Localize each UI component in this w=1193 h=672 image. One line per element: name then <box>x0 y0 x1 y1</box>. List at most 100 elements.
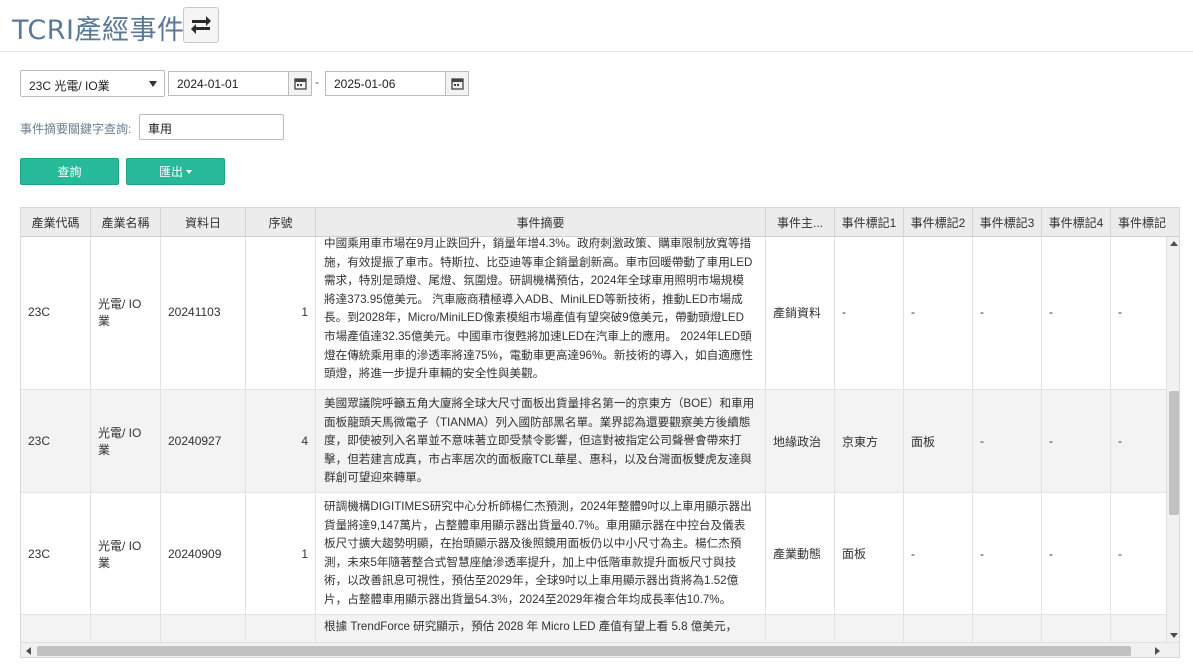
tag-cell: - <box>835 237 904 389</box>
date-cell <box>161 615 246 642</box>
seq-cell: 1 <box>246 237 316 389</box>
keyword-input[interactable]: 車用 <box>139 114 284 140</box>
industry-code-cell <box>21 615 91 642</box>
column-header[interactable]: 序號 <box>246 208 316 237</box>
industry-select-value: 23C 光電/ IO業 <box>29 79 110 93</box>
seq-cell: 4 <box>246 390 316 492</box>
column-header[interactable]: 事件標記3 <box>973 208 1042 237</box>
summary-cell: 根據 TrendForce 研究顯示，預估 2028 年 Micro LED 產… <box>316 615 766 642</box>
tag-cell <box>1111 615 1166 642</box>
seq-cell <box>246 615 316 642</box>
tag-cell: 面板 <box>835 493 904 614</box>
chevron-down-icon <box>149 81 157 87</box>
summary-line: 長。到2028年，Micro/MiniLED像素模組市場產值有望突破9億美元，帶… <box>324 311 745 325</box>
date-cell: 20240927 <box>161 390 246 492</box>
summary-line: 貨量將達9,147萬片，占整體車用顯示器出貨量40.7%。車用顯示器在中控台及儀… <box>324 518 746 532</box>
refresh-button[interactable] <box>183 7 219 43</box>
date-range-separator: - <box>315 75 319 89</box>
page-header: TCRI產經事件 <box>0 0 1193 52</box>
summary-line: 片，占整體車用顯示器出貨量54.3%，2024至2029年複合年均成長率估10.… <box>324 592 732 606</box>
summary-line: 群創可望迎來轉單。 <box>324 471 429 485</box>
scroll-left-icon[interactable] <box>26 647 31 655</box>
horizontal-scrollbar[interactable] <box>21 642 1179 657</box>
tag-cell: - <box>973 390 1042 492</box>
column-header[interactable]: 事件標記2 <box>904 208 973 237</box>
seq-cell: 1 <box>246 493 316 614</box>
refresh-icon <box>191 16 211 34</box>
summary-line: 燈在傳統乘用車的滲透率將達75%，電動車更高達96%。新技術的導入，如自適應性 <box>324 348 754 362</box>
keyword-label: 事件摘要關鍵字查詢: <box>20 122 132 136</box>
horizontal-scroll-thumb[interactable] <box>37 646 1131 656</box>
summary-cell: 中國乘用車市場在9月止跌回升，銷量年增4.3%。政府刺激政策、購車限制放寬等措 … <box>316 237 766 389</box>
table-body: 23C 光電/ IO業 20241103 1 中國乘用車市場在9月止跌回升，銷量… <box>21 237 1166 642</box>
calendar-icon <box>450 78 464 90</box>
calendar-icon <box>293 78 307 90</box>
tag-cell: - <box>904 237 973 389</box>
summary-line: 度，即使被列入名單並不意味著立即受禁令影響，但這對被指定公司聲譽會帶來打 <box>324 434 742 448</box>
summary-line: 中國乘用車市場在9月止跌回升，銷量年增4.3%。政府刺激政策、購車限制放寬等措 <box>324 237 752 250</box>
date-to-calendar-button[interactable] <box>445 71 469 96</box>
summary-line: 頭燈，將進一步提升車輛的安全性與美觀。 <box>324 367 545 381</box>
caret-down-icon <box>186 169 192 174</box>
summary-cell: 研調機構DIGITIMES研究中心分析師楊仁杰預測，2024年整體9吋以上車用顯… <box>316 493 766 614</box>
summary-line: 市場產值達32.35億美元。中國車市復甦將加速LED在汽車上的應用。 2024年… <box>324 329 752 343</box>
scroll-up-icon[interactable] <box>1170 241 1178 246</box>
tag-cell: - <box>1042 390 1111 492</box>
summary-line: 根據 TrendForce 研究顯示，預估 2028 年 Micro LED 產… <box>324 620 738 633</box>
subject-cell: 產銷資料 <box>766 237 835 389</box>
tag-cell: - <box>1042 493 1111 614</box>
table-row[interactable]: 23C 光電/ IO業 20240909 1 研調機構DIGITIMES研究中心… <box>21 493 1166 615</box>
table-row[interactable]: 根據 TrendForce 研究顯示，預估 2028 年 Micro LED 產… <box>21 615 1166 642</box>
scroll-down-icon[interactable] <box>1170 633 1178 638</box>
query-button-label: 查詢 <box>57 165 82 179</box>
tag-cell <box>973 615 1042 642</box>
tag-cell: - <box>973 493 1042 614</box>
summary-cell: 美國眾議院呼籲五角大廈將全球大尺寸面板出貨量排名第一的京東方（BOE）和車用 面… <box>316 390 766 492</box>
industry-select[interactable]: 23C 光電/ IO業 <box>20 70 165 97</box>
industry-name-cell: 光電/ IO業 <box>91 493 161 614</box>
summary-line: 美國眾議院呼籲五角大廈將全球大尺寸面板出貨量排名第一的京東方（BOE）和車用 <box>324 397 755 410</box>
tag-cell: - <box>973 237 1042 389</box>
summary-line: 需求，特別是頭燈、尾燈、氛圍燈。研調機構預估，2024年全球車用照明市場規模 <box>324 274 744 288</box>
export-button-label: 匯出 <box>158 165 183 179</box>
tag-cell <box>1042 615 1111 642</box>
tag-cell: - <box>1042 237 1111 389</box>
export-button[interactable]: 匯出 <box>126 158 225 185</box>
subject-cell <box>766 615 835 642</box>
table-row[interactable]: 23C 光電/ IO業 20240927 4 美國眾議院呼籲五角大廈將全球大尺寸… <box>21 390 1166 493</box>
summary-line: 擊，但若建言成真，市占率居次的面板廠TCL華星、惠科，以及台灣面板雙虎友達與 <box>324 452 752 466</box>
date-cell: 20241103 <box>161 237 246 389</box>
column-header[interactable]: 事件主... <box>766 208 835 237</box>
tag-cell: - <box>1111 390 1166 492</box>
tag-cell: - <box>1111 237 1166 389</box>
tag-cell <box>904 615 973 642</box>
column-header[interactable]: 產業名稱 <box>91 208 161 237</box>
table-row[interactable]: 23C 光電/ IO業 20241103 1 中國乘用車市場在9月止跌回升，銷量… <box>21 237 1166 390</box>
events-table: 產業代碼 產業名稱 資料日 序號 事件摘要 事件主... 事件標記1 事件標記2… <box>20 207 1180 658</box>
date-to-input[interactable]: 2025-01-06 <box>325 71 446 96</box>
industry-name-cell <box>91 615 161 642</box>
tag-cell: - <box>1111 493 1166 614</box>
scroll-right-icon[interactable] <box>1155 647 1160 655</box>
column-header[interactable]: 產業代碼 <box>21 208 91 237</box>
industry-code-cell: 23C <box>21 237 91 389</box>
industry-name-cell: 光電/ IO業 <box>91 237 161 389</box>
summary-line: 研調機構DIGITIMES研究中心分析師楊仁杰預測，2024年整體9吋以上車用顯… <box>324 500 752 513</box>
tag-cell: 面板 <box>904 390 973 492</box>
table-header: 產業代碼 產業名稱 資料日 序號 事件摘要 事件主... 事件標記1 事件標記2… <box>21 208 1179 237</box>
tag-cell: 京東方 <box>835 390 904 492</box>
column-header[interactable]: 事件摘要 <box>316 208 766 237</box>
column-header[interactable]: 事件標記4 <box>1042 208 1111 237</box>
date-from-calendar-button[interactable] <box>288 71 312 96</box>
query-button[interactable]: 查詢 <box>20 158 119 185</box>
vertical-scroll-thumb[interactable] <box>1169 391 1179 515</box>
summary-line: 術，以改善訊息可視性，預估至2029年，全球9吋以上車用顯示器出貨將為1.52億 <box>324 574 739 588</box>
column-header[interactable]: 事件標記1 <box>835 208 904 237</box>
summary-line: 板尺寸擴大趨勢明顯，在抬頭顯示器及後照鏡用面板仍以中小尺寸為主。楊仁杰預 <box>324 537 742 551</box>
date-from-input[interactable]: 2024-01-01 <box>168 71 289 96</box>
vertical-scrollbar[interactable] <box>1166 237 1179 642</box>
tag-cell <box>835 615 904 642</box>
industry-code-cell: 23C <box>21 390 91 492</box>
column-header[interactable]: 資料日 <box>161 208 246 237</box>
column-header[interactable]: 事件標記 <box>1111 208 1179 237</box>
